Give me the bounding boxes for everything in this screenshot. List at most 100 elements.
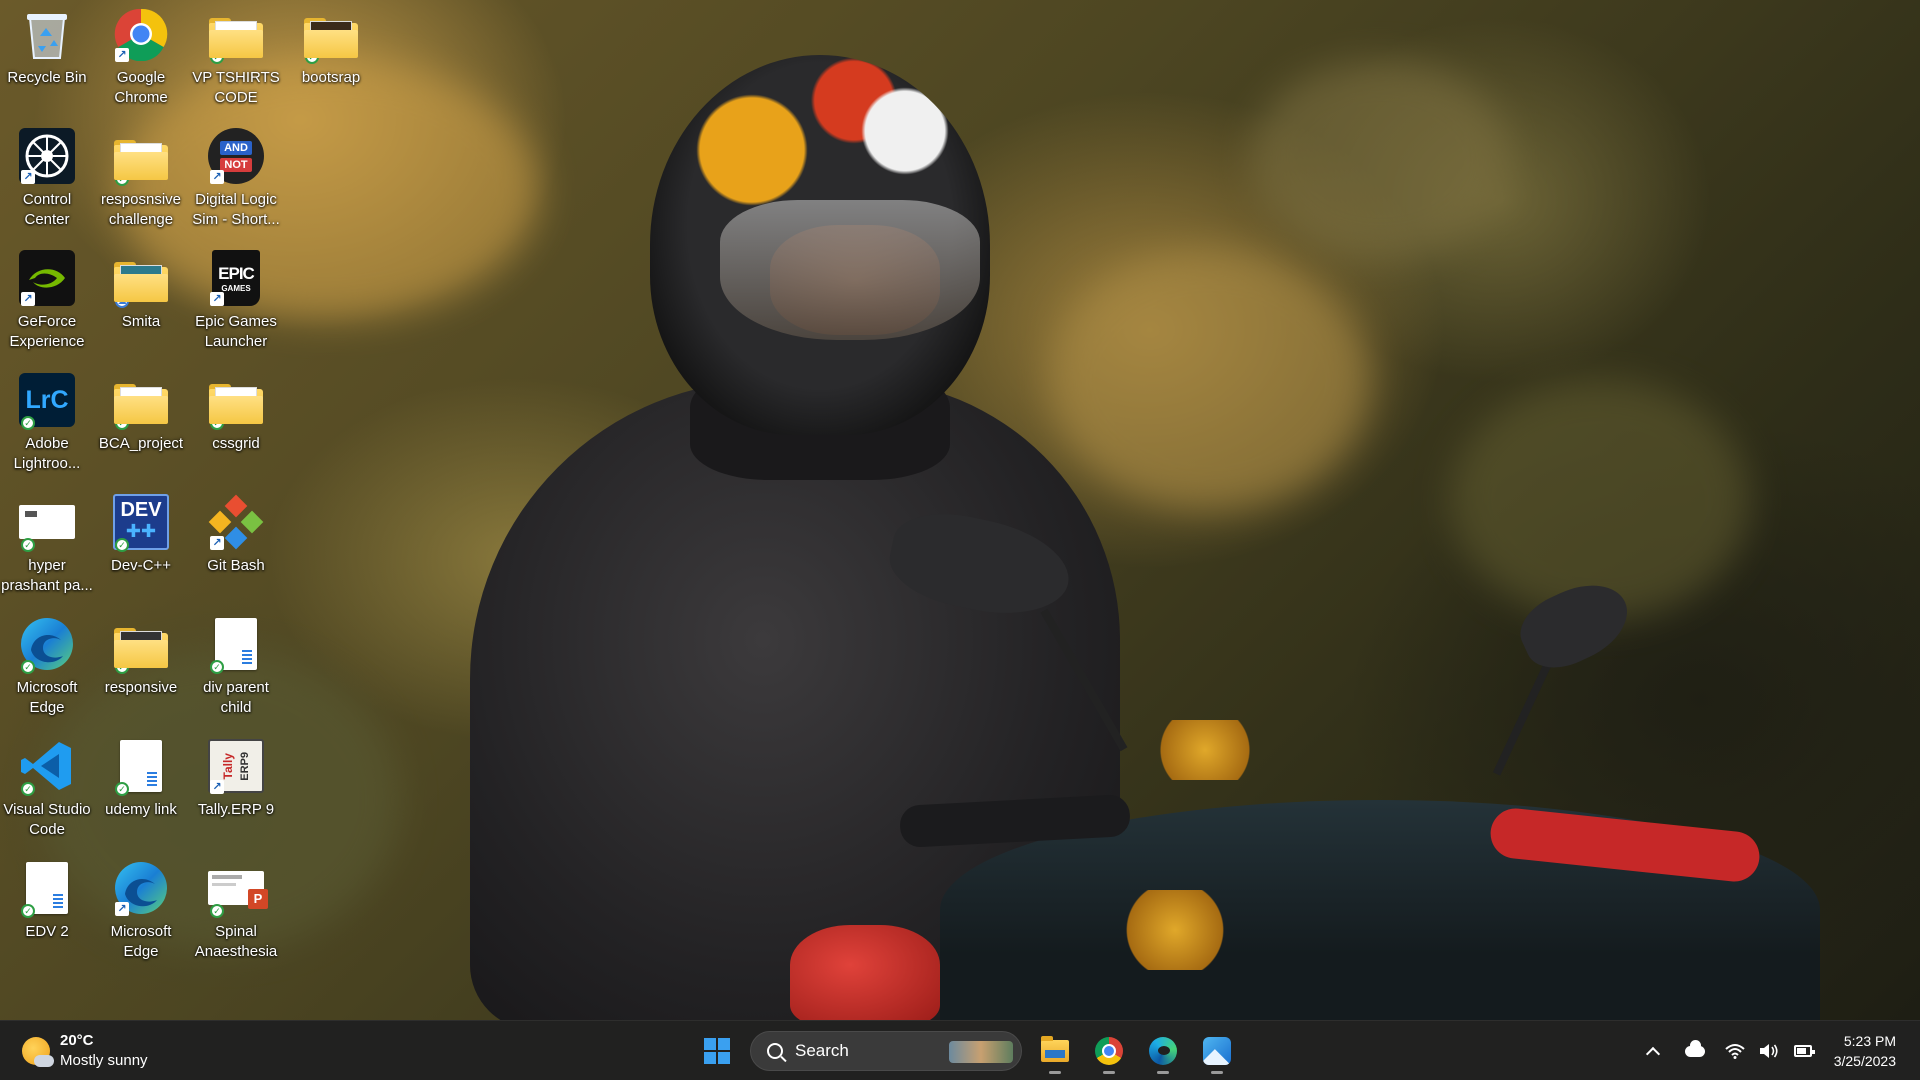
- and-gate-badge: AND: [220, 140, 252, 155]
- desktop-icon-tally-erp9[interactable]: Tally ERP9 ↗ Tally.ERP 9: [189, 732, 283, 850]
- taskbar-clock[interactable]: 5:23 PM 3/25/2023: [1834, 1031, 1896, 1071]
- battery-button[interactable]: [1788, 1036, 1818, 1066]
- weather-temperature: 20°C: [60, 1032, 94, 1049]
- document-icon: ✓: [19, 860, 75, 918]
- taskbar-photos[interactable]: [1193, 1027, 1241, 1075]
- epic-games-icon: EPIC GAMES ↗: [208, 250, 264, 306]
- system-tray: 5:23 PM 3/25/2023: [1636, 1021, 1920, 1080]
- icon-label: Spinal Anaesthesia: [194, 923, 278, 960]
- desktop-icon-google-chrome[interactable]: ↗ Google Chrome: [94, 0, 188, 118]
- chevron-up-icon: [1645, 1046, 1660, 1062]
- taskbar-microsoft-edge[interactable]: [1139, 1027, 1187, 1075]
- desktop-icon-div-parent-child[interactable]: ✓ div parent child: [189, 610, 283, 728]
- show-hidden-icons-button[interactable]: [1638, 1036, 1668, 1066]
- desktop-icon-spinal-anaesthesia[interactable]: P ✓ Spinal Anaesthesia: [189, 854, 283, 972]
- shortcut-arrow-icon: ↗: [210, 170, 224, 184]
- shortcut-arrow-icon: ↗: [115, 902, 129, 916]
- chrome-icon: [1095, 1037, 1123, 1065]
- desktop-icon-dev-cpp[interactable]: DEV ✚✚ ✓ Dev-C++: [94, 488, 188, 606]
- desktop-icon-responsive[interactable]: ✓ responsive: [94, 610, 188, 728]
- icon-label: resposnsive challenge: [100, 191, 182, 228]
- desktop-icon-bca-project[interactable]: ✓ BCA_project: [94, 366, 188, 484]
- taskbar-google-chrome[interactable]: [1085, 1027, 1133, 1075]
- sync-status-icon: ✓: [115, 538, 129, 552]
- icon-label: Microsoft Edge: [110, 923, 172, 960]
- partly-sunny-icon: [22, 1037, 54, 1067]
- not-gate-badge: NOT: [220, 157, 252, 172]
- shortcut-arrow-icon: ↗: [210, 780, 224, 794]
- taskbar-center: Search: [690, 1021, 1244, 1080]
- desktop-icon-vp-tshirts-code[interactable]: ✓ VP TSHIRTS CODE: [189, 0, 283, 118]
- document-icon: ✓: [208, 616, 264, 674]
- geforce-icon: ↗: [19, 250, 75, 306]
- chrome-icon: ↗: [113, 6, 169, 62]
- shortcut-arrow-icon: ↗: [210, 536, 224, 550]
- games-label: GAMES: [221, 283, 251, 293]
- icon-label: cssgrid: [212, 435, 260, 452]
- desktop-icon-udemy-link[interactable]: ✓ udemy link: [94, 732, 188, 850]
- desktop-icon-visual-studio-code[interactable]: ✓ Visual Studio Code: [0, 732, 94, 850]
- desktop-icon-git-bash[interactable]: ↗ Git Bash: [189, 488, 283, 606]
- icon-label: BCA_project: [98, 435, 184, 452]
- desktop-icon-edv2[interactable]: ✓ EDV 2: [0, 854, 94, 972]
- desktop-icon-digital-logic-sim[interactable]: AND NOT ↗ Digital Logic Sim - Short...: [189, 122, 283, 240]
- icon-label: Digital Logic Sim - Short...: [192, 191, 280, 228]
- edge-icon: [1149, 1037, 1177, 1065]
- weather-widget[interactable]: 20°C Mostly sunny: [22, 1030, 182, 1072]
- taskbar-search[interactable]: Search: [750, 1031, 1022, 1071]
- onedrive-button[interactable]: [1680, 1036, 1710, 1066]
- desktop-icon-bootsrap[interactable]: ✓ bootsrap: [284, 0, 378, 118]
- desktop-icon-microsoft-edge-2[interactable]: ↗ Microsoft Edge: [94, 854, 188, 972]
- desktop-icon-geforce-experience[interactable]: ↗ GeForce Experience: [0, 244, 94, 362]
- folder-icon: [1041, 1036, 1069, 1062]
- desktop-icon-microsoft-edge[interactable]: ✓ Microsoft Edge: [0, 610, 94, 728]
- folder-icon: ✓: [303, 6, 359, 64]
- git-bash-icon: ↗: [208, 494, 264, 550]
- clock-date: 3/25/2023: [1833, 1053, 1896, 1069]
- vscode-icon: ✓: [19, 738, 75, 796]
- folder-icon: ✓: [113, 128, 169, 186]
- icon-label: responsive: [104, 679, 178, 696]
- document-icon: ✓: [19, 494, 75, 552]
- desktop-icon-cssgrid[interactable]: ✓ cssgrid: [189, 366, 283, 484]
- icon-label: Control Center: [22, 191, 72, 228]
- icon-label: udemy link: [105, 801, 177, 818]
- folder-icon: ✓: [113, 372, 169, 430]
- icon-label: Google Chrome: [114, 69, 168, 106]
- volume-button[interactable]: [1754, 1036, 1784, 1066]
- search-label: Search: [795, 1041, 849, 1060]
- battery-icon: [1793, 1045, 1815, 1057]
- clock-time: 5:23 PM: [1843, 1033, 1896, 1049]
- document-icon: ✓: [113, 738, 169, 796]
- icon-label: EDV 2: [25, 923, 69, 940]
- desktop-icon-recycle-bin[interactable]: Recycle Bin: [0, 0, 94, 118]
- desktop-icon-resposnsive-challenge[interactable]: ✓ resposnsive challenge: [94, 122, 188, 240]
- taskbar-file-explorer[interactable]: [1031, 1027, 1079, 1075]
- icon-label: VP TSHIRTS CODE: [192, 69, 280, 106]
- shortcut-arrow-icon: ↗: [21, 170, 35, 184]
- icon-label: Tally.ERP 9: [197, 801, 275, 818]
- wifi-button[interactable]: [1720, 1036, 1750, 1066]
- shortcut-arrow-icon: ↗: [210, 292, 224, 306]
- desktop-icon-hyper-prashant[interactable]: ✓ hyper prashant pa...: [0, 488, 94, 606]
- search-icon: [767, 1043, 783, 1059]
- icon-label: Microsoft Edge: [16, 679, 78, 716]
- presentation-thumbnail: P: [208, 871, 268, 909]
- icon-label: bootsrap: [301, 69, 361, 86]
- desktop-icon-adobe-lightroom[interactable]: LrC ✓ Adobe Lightroo...: [0, 366, 94, 484]
- sync-status-icon: ✓: [21, 660, 35, 674]
- desktop-icon-control-center[interactable]: ↗ Control Center: [0, 122, 94, 240]
- folder-icon: ✓: [208, 372, 264, 430]
- start-button[interactable]: [693, 1027, 741, 1075]
- weather-condition: Mostly sunny: [60, 1052, 148, 1069]
- lightroom-icon: LrC ✓: [19, 372, 75, 430]
- shortcut-arrow-icon: ↗: [21, 292, 35, 306]
- icon-label: Dev-C++: [110, 557, 172, 574]
- wifi-icon: [1725, 1044, 1745, 1059]
- devcpp-icon: DEV ✚✚ ✓: [113, 494, 169, 552]
- edge-icon: ✓: [19, 616, 75, 674]
- icon-label: GeForce Experience: [9, 313, 85, 350]
- desktop-icon-epic-games[interactable]: EPIC GAMES ↗ Epic Games Launcher: [189, 244, 283, 362]
- sync-status-icon: ✓: [210, 660, 224, 674]
- desktop-icon-smita[interactable]: ☁ Smita: [94, 244, 188, 362]
